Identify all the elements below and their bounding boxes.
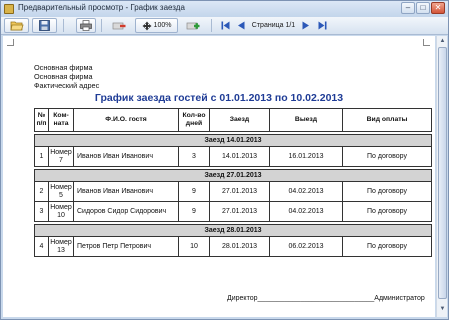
checkout-cell: 06.02.2013	[269, 236, 343, 257]
guest-name-cell: Петров Петр Петрович	[73, 236, 179, 257]
row-number: 3	[34, 201, 49, 222]
column-header: Выезд	[269, 108, 343, 132]
days-cell: 3	[178, 146, 210, 167]
app-icon	[4, 4, 14, 14]
zoom-100-button[interactable]: 100%	[135, 18, 178, 33]
checkout-cell: 04.02.2013	[269, 201, 343, 222]
last-page-icon	[318, 21, 326, 30]
zoom-out-icon	[112, 22, 126, 29]
prev-page-icon	[238, 21, 245, 30]
checkout-cell: 16.01.2013	[269, 146, 343, 167]
checkin-cell: 28.01.2013	[209, 236, 270, 257]
group-header-row: Заезд 28.01.2013	[34, 224, 432, 237]
scroll-up-icon[interactable]: ▲	[438, 37, 447, 46]
maximize-button[interactable]: □	[416, 2, 430, 14]
zoom-out-button[interactable]	[108, 18, 130, 33]
column-header: Ком- ната	[48, 108, 74, 132]
minimize-button[interactable]: –	[401, 2, 415, 14]
guest-name-cell: Иванов Иван Иванович	[73, 181, 179, 202]
checkin-cell: 27.01.2013	[209, 201, 270, 222]
next-page-button[interactable]	[299, 18, 313, 33]
days-cell: 10	[178, 236, 210, 257]
group-header-row: Заезд 27.01.2013	[34, 169, 432, 182]
column-header: Вид оплаты	[342, 108, 432, 132]
window-controls: – □ ✕	[400, 2, 445, 14]
schedule-table: № п/п Ком- ната Ф.И.О. гостя Кол-во дней…	[34, 108, 432, 257]
row-number: 1	[34, 146, 49, 167]
prev-page-button[interactable]	[234, 18, 248, 33]
zoom-arrows-icon	[142, 21, 152, 30]
column-header: Ф.И.О. гостя	[73, 108, 179, 132]
table-row: 1 Номер 7 Иванов Иван Иванович 3 14.01.2…	[34, 146, 432, 167]
table-row: 2 Номер 5 Иванов Иван Иванович 9 27.01.2…	[34, 181, 432, 202]
group-label: Заезд 27.01.2013	[34, 169, 432, 182]
open-icon	[10, 21, 24, 31]
table-row: 3 Номер 10 Сидоров Сидор Сидорович 9 27.…	[34, 201, 432, 222]
payment-cell: По договору	[342, 201, 432, 222]
toolbar-separator	[101, 19, 102, 32]
guest-name-cell: Иванов Иван Иванович	[73, 146, 179, 167]
title-bar[interactable]: Предварительный просмотр - График заезда…	[1, 1, 448, 17]
company-line: Основная фирма	[34, 72, 93, 81]
payment-cell: По договору	[342, 236, 432, 257]
zoom-in-icon	[186, 22, 200, 29]
table-header-row: № п/п Ком- ната Ф.И.О. гостя Кол-во дней…	[34, 108, 432, 132]
room-cell: Номер 7	[48, 146, 74, 167]
column-header: Заезд	[209, 108, 270, 132]
column-header: № п/п	[34, 108, 49, 132]
guest-name-cell: Сидоров Сидор Сидорович	[73, 201, 179, 222]
first-page-icon	[221, 21, 229, 30]
row-number: 2	[34, 181, 49, 202]
column-header: Кол-во дней	[178, 108, 210, 132]
close-button[interactable]: ✕	[431, 2, 445, 14]
room-cell: Номер 10	[48, 201, 74, 222]
payment-cell: По договору	[342, 181, 432, 202]
toolbar-separator	[211, 19, 212, 32]
company-address: Фактический адрес	[34, 81, 100, 90]
scroll-down-icon[interactable]: ▼	[438, 305, 447, 314]
payment-cell: По договору	[342, 146, 432, 167]
vertical-scrollbar[interactable]: ▲ ▼	[436, 36, 447, 317]
toolbar: 100% Страница 1/1	[1, 17, 448, 35]
last-page-button[interactable]	[315, 18, 329, 33]
toolbar-separator	[63, 19, 64, 32]
room-cell: Номер 5	[48, 181, 74, 202]
checkin-cell: 14.01.2013	[209, 146, 270, 167]
table-row: 4 Номер 13 Петров Петр Петрович 10 28.01…	[34, 236, 432, 257]
group-header-row: Заезд 14.01.2013	[34, 134, 432, 147]
save-icon	[39, 20, 50, 31]
page-corner-mark	[7, 39, 14, 46]
scroll-thumb[interactable]	[438, 47, 447, 299]
window-title: Предварительный просмотр - График заезда	[18, 3, 185, 12]
group-label: Заезд 28.01.2013	[34, 224, 432, 237]
report-page: Основная фирма Основная фирма Фактически…	[3, 36, 435, 317]
group-label: Заезд 14.01.2013	[34, 134, 432, 147]
signature-line: Директор______________________________Ад…	[227, 295, 425, 302]
open-button[interactable]	[4, 18, 29, 33]
company-line: Основная фирма	[34, 63, 93, 72]
page-indicator: Страница 1/1	[251, 22, 296, 29]
save-button[interactable]	[32, 18, 57, 33]
days-cell: 9	[178, 181, 210, 202]
print-button[interactable]	[76, 18, 96, 33]
print-icon	[80, 20, 92, 31]
report-viewport: Основная фирма Основная фирма Фактически…	[3, 36, 435, 317]
checkout-cell: 04.02.2013	[269, 181, 343, 202]
zoom-in-button[interactable]	[182, 18, 204, 33]
zoom-level-label: 100%	[153, 22, 172, 29]
row-number: 4	[34, 236, 49, 257]
page-corner-mark	[423, 39, 430, 46]
first-page-button[interactable]	[218, 18, 232, 33]
days-cell: 9	[178, 201, 210, 222]
report-title: График заезда гостей с 01.01.2013 по 10.…	[94, 92, 344, 104]
next-page-icon	[302, 21, 309, 30]
room-cell: Номер 13	[48, 236, 74, 257]
preview-window: Предварительный просмотр - График заезда…	[0, 0, 449, 320]
checkin-cell: 27.01.2013	[209, 181, 270, 202]
